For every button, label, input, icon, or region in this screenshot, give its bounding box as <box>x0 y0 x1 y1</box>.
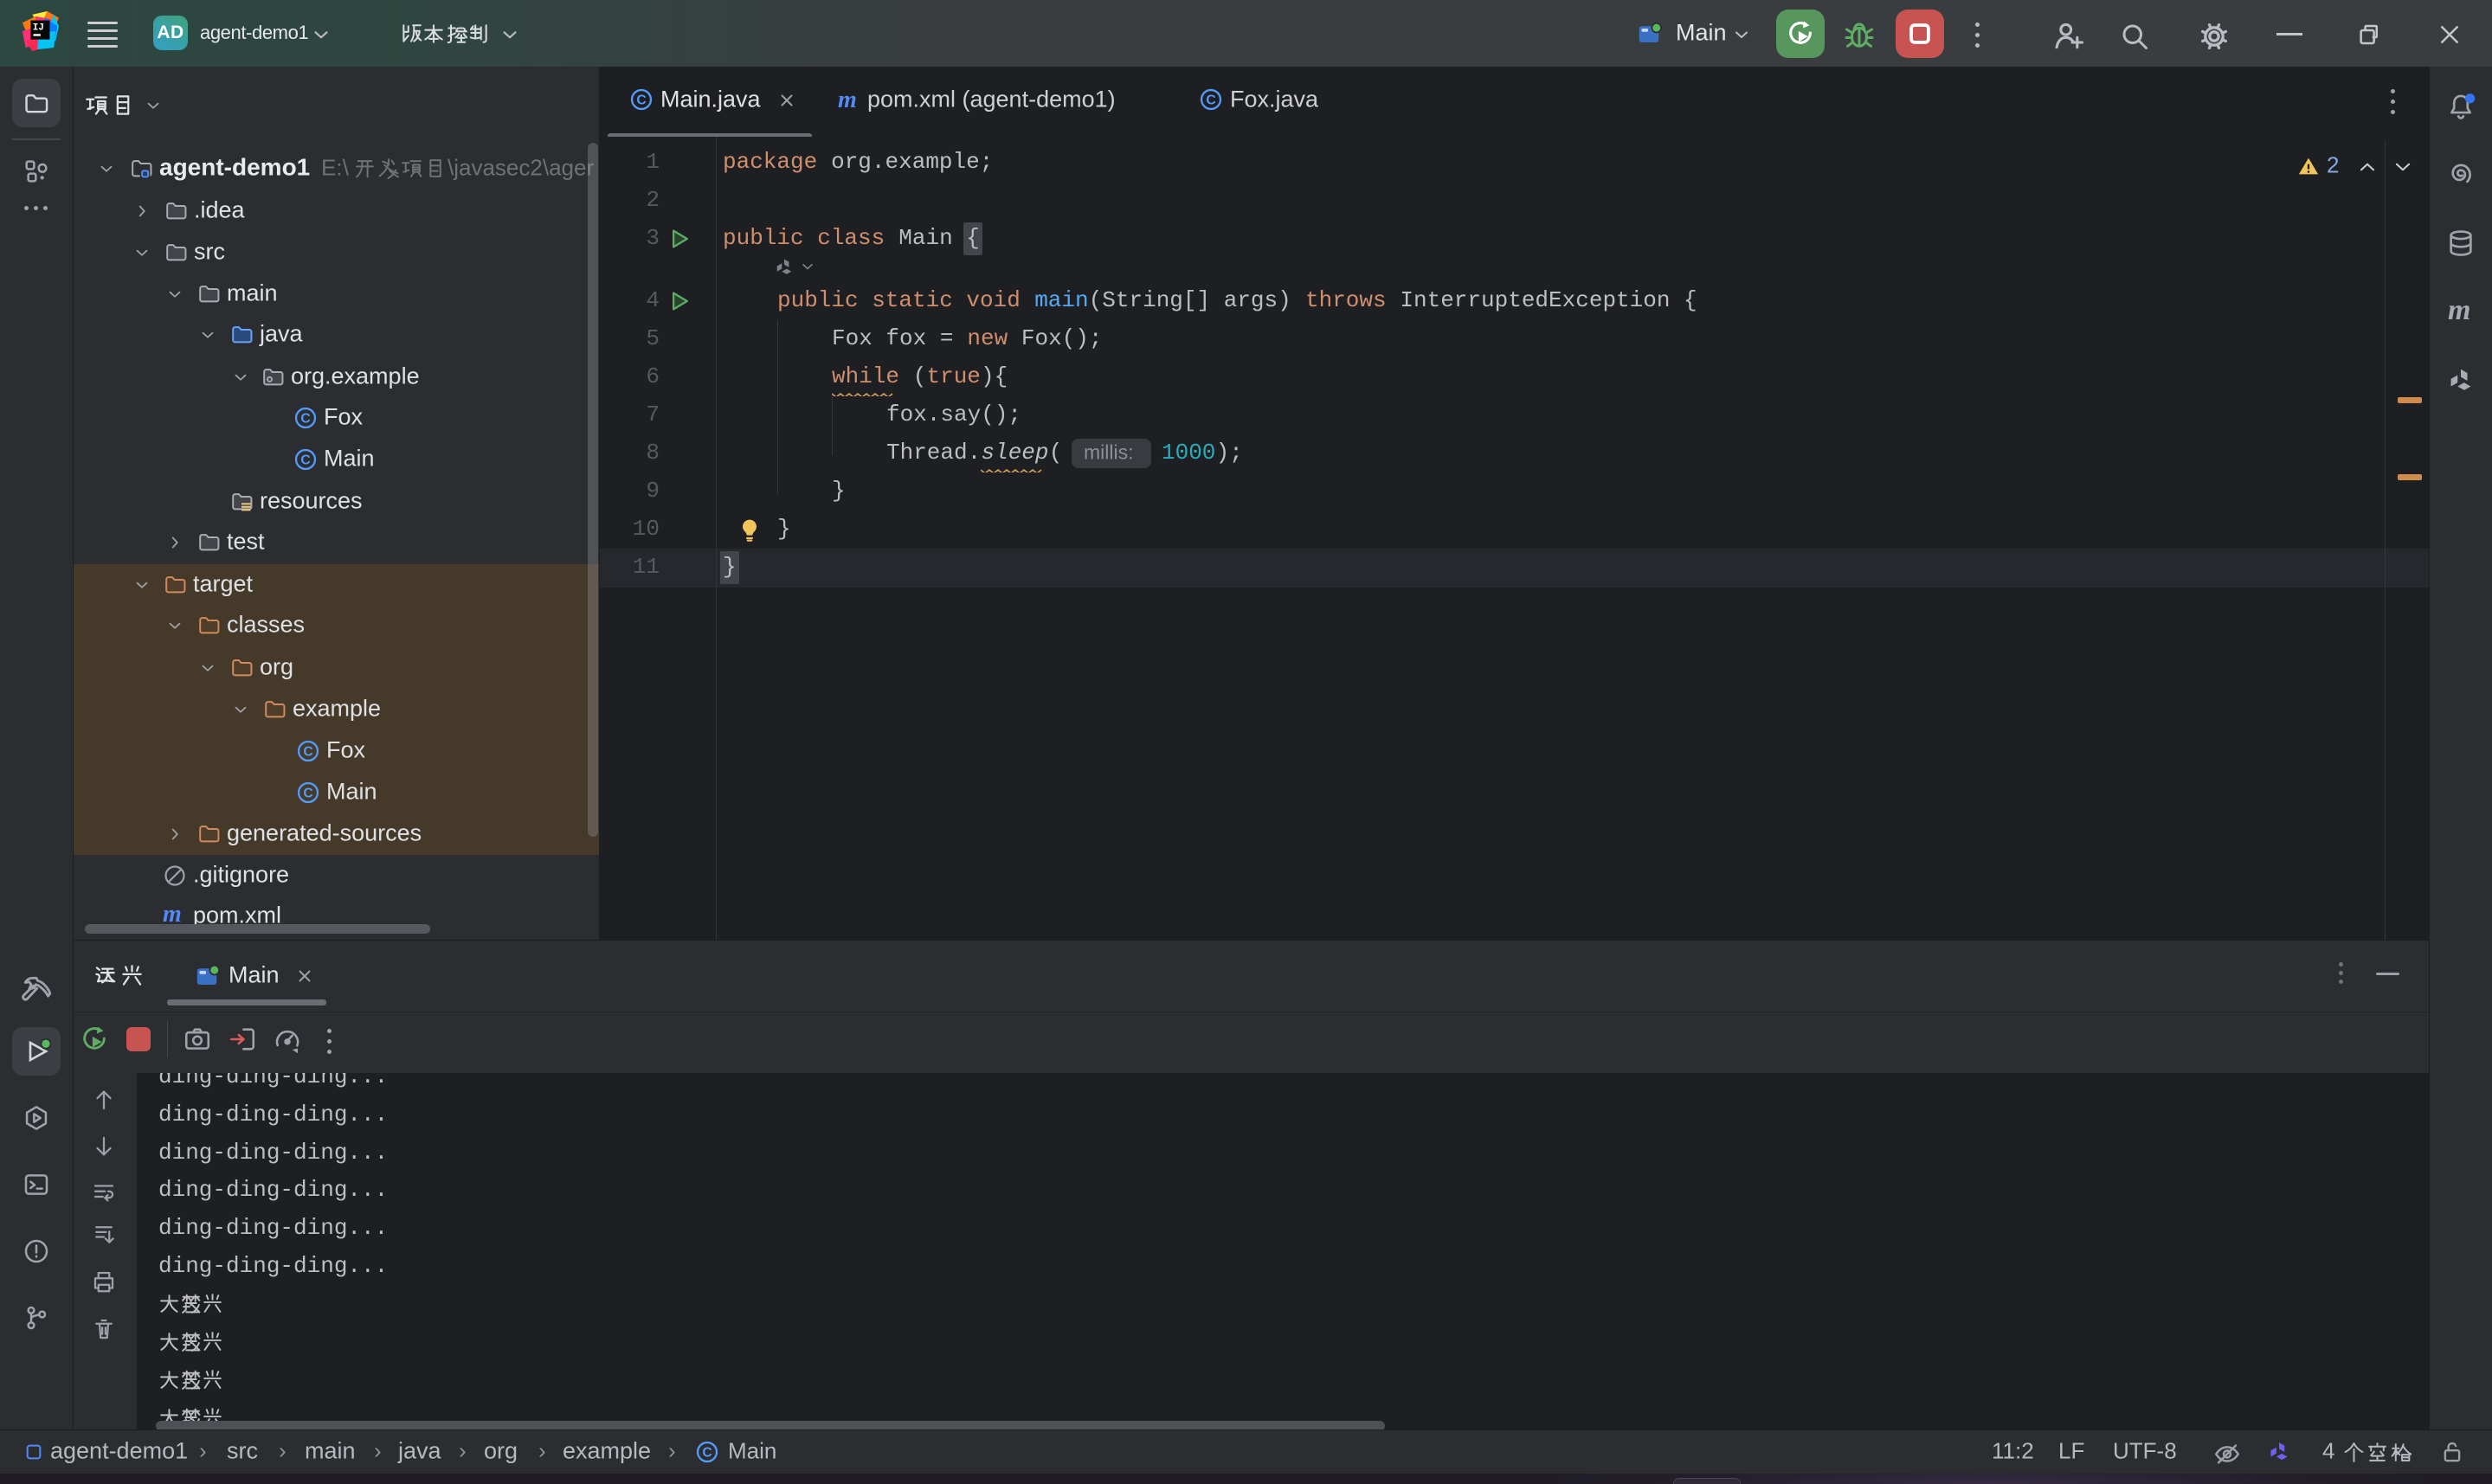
svg-text:C: C <box>303 745 312 760</box>
svg-text:C: C <box>303 787 312 801</box>
svg-text:C: C <box>702 1446 712 1461</box>
svg-text:C: C <box>300 412 310 427</box>
svg-text:C: C <box>636 93 646 108</box>
svg-text:C: C <box>300 453 310 468</box>
svg-text:IJ: IJ <box>33 23 44 34</box>
svg-text:C: C <box>1206 93 1215 108</box>
